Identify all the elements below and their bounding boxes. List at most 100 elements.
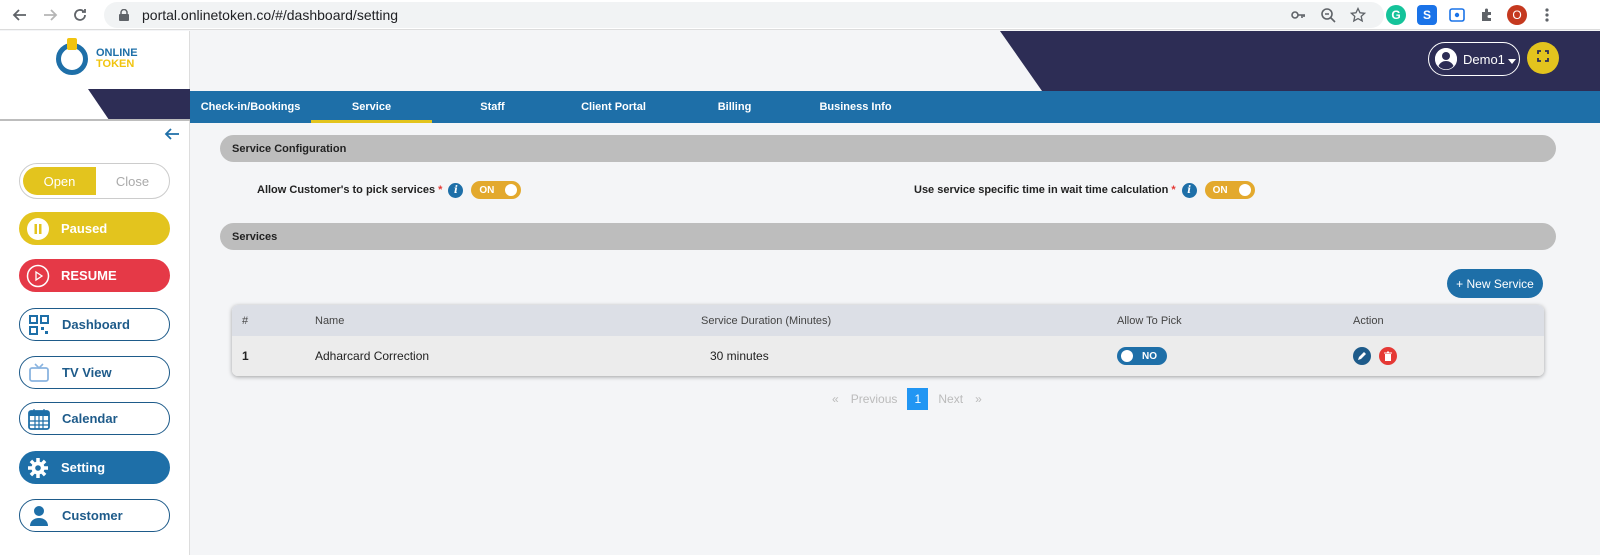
- profile-avatar[interactable]: O: [1507, 5, 1527, 25]
- tab-business-info[interactable]: Business Info: [795, 91, 916, 123]
- forward-arrow-icon[interactable]: [38, 3, 62, 27]
- service-name: Adharcard Correction: [315, 349, 430, 363]
- logo-line2: TOKEN: [96, 58, 135, 70]
- next-page-link[interactable]: Next: [932, 392, 969, 406]
- previous-arrow: «: [832, 392, 839, 406]
- zoom-icon[interactable]: [1316, 3, 1340, 27]
- required-mark: *: [438, 184, 443, 196]
- close-option[interactable]: Close: [96, 164, 169, 198]
- open-option[interactable]: Open: [23, 167, 96, 195]
- online-token-logo[interactable]: ONLINE TOKEN: [56, 38, 138, 75]
- column-header-name: Name: [315, 314, 345, 327]
- sidebar-item-label: Dashboard: [62, 317, 130, 332]
- user-menu-button[interactable]: Demo1: [1428, 42, 1520, 76]
- service-time-setting: Use service specific time in wait time c…: [914, 181, 1255, 199]
- edit-button[interactable]: [1353, 347, 1371, 365]
- open-close-toggle[interactable]: Open Close: [19, 163, 170, 199]
- required-mark: *: [1171, 184, 1176, 196]
- tab-check-in-bookings[interactable]: Check-in/Bookings: [190, 91, 311, 123]
- new-service-button[interactable]: + New Service: [1447, 269, 1543, 298]
- address-bar[interactable]: portal.onlinetoken.co/#/dashboard/settin…: [104, 2, 1384, 28]
- toggle-state: ON: [479, 184, 495, 196]
- back-arrow-icon[interactable]: [8, 3, 32, 27]
- delete-button[interactable]: [1379, 347, 1397, 365]
- sidebar-item-customer[interactable]: Customer: [19, 499, 170, 532]
- pencil-icon: [1358, 352, 1366, 360]
- services-header: Services: [220, 223, 1556, 250]
- service-time-label: Use service specific time in wait time c…: [914, 184, 1169, 196]
- caret-down-icon: [1507, 52, 1516, 67]
- column-header-number: #: [242, 314, 249, 327]
- allow-pick-toggle[interactable]: ON: [471, 181, 522, 199]
- allow-to-pick-toggle[interactable]: NO: [1117, 347, 1167, 365]
- allow-to-pick-cell: NO: [1117, 336, 1167, 376]
- tab-billing[interactable]: Billing: [674, 91, 795, 123]
- play-icon: [25, 263, 51, 289]
- grammarly-extension-icon[interactable]: G: [1386, 5, 1406, 25]
- tab-client-portal[interactable]: Client Portal: [553, 91, 674, 123]
- reload-icon[interactable]: [68, 3, 92, 27]
- row-number: 1: [242, 349, 249, 363]
- column-header-allow-to-pick: Allow To Pick: [1117, 314, 1182, 327]
- sidebar-item-label: Calendar: [62, 411, 118, 426]
- table-header: # Name Service Duration (Minutes) Allow …: [232, 305, 1544, 336]
- paused-label: Paused: [61, 221, 108, 236]
- resume-label: RESUME: [61, 268, 117, 283]
- sidebar-item-setting[interactable]: Setting: [19, 451, 170, 484]
- key-icon[interactable]: [1286, 3, 1310, 27]
- sidebar-item-label: Setting: [61, 460, 106, 475]
- trash-icon: [1384, 351, 1392, 361]
- sidebar-item-tv-view[interactable]: TV View: [19, 356, 170, 389]
- toggle-knob: [1238, 184, 1251, 196]
- person-icon: [26, 503, 52, 529]
- gear-icon: [25, 455, 51, 481]
- top-header: Demo1: [190, 31, 1600, 91]
- collapse-sidebar-arrow-icon[interactable]: [164, 125, 180, 146]
- info-icon[interactable]: i: [1181, 182, 1197, 198]
- previous-page-link[interactable]: Previous: [845, 392, 904, 406]
- extensions-puzzle-icon[interactable]: [1477, 5, 1497, 25]
- calendar-icon: [26, 406, 52, 432]
- user-name: Demo1: [1463, 51, 1505, 67]
- sidebar-item-label: Customer: [62, 508, 123, 523]
- pagination: « Previous 1 Next »: [826, 388, 988, 410]
- logo-mark-icon: [56, 38, 88, 75]
- allow-pick-label: Allow Customer's to pick services: [257, 184, 436, 196]
- sidebar-item-dashboard[interactable]: Dashboard: [19, 308, 170, 341]
- screen-capture-extension-icon[interactable]: [1447, 5, 1467, 25]
- tab-staff[interactable]: Staff: [432, 91, 553, 123]
- avatar: [1435, 48, 1457, 70]
- service-configuration-header: Service Configuration: [220, 135, 1556, 162]
- allow-pick-setting: Allow Customer's to pick services * i ON: [257, 181, 522, 199]
- services-table: # Name Service Duration (Minutes) Allow …: [232, 305, 1544, 376]
- toggle-state: ON: [1212, 184, 1228, 196]
- fullscreen-button[interactable]: [1527, 42, 1559, 74]
- bookmark-star-icon[interactable]: [1346, 3, 1370, 27]
- paused-button[interactable]: Paused: [19, 212, 170, 245]
- next-arrow: »: [975, 392, 982, 406]
- table-row: 1 Adharcard Correction 30 minutes NO: [232, 336, 1544, 376]
- sidebar-header-band: [0, 89, 190, 121]
- tab-service[interactable]: Service: [311, 91, 432, 123]
- browser-menu-icon[interactable]: [1535, 3, 1559, 27]
- url-text: portal.onlinetoken.co/#/dashboard/settin…: [142, 7, 399, 23]
- settings-tabs: Check-in/Bookings Service Staff Client P…: [190, 91, 1600, 123]
- browser-toolbar: portal.onlinetoken.co/#/dashboard/settin…: [0, 0, 1600, 30]
- sidebar: ONLINE TOKEN Open Close Paused RESUME Da…: [0, 31, 190, 555]
- s-extension-icon[interactable]: S: [1417, 5, 1437, 25]
- pause-icon: [25, 216, 51, 242]
- sidebar-item-calendar[interactable]: Calendar: [19, 402, 170, 435]
- service-duration: 30 minutes: [710, 349, 769, 363]
- resume-button[interactable]: RESUME: [19, 259, 170, 292]
- action-cell: [1353, 336, 1405, 376]
- fullscreen-icon: [1537, 49, 1549, 67]
- toggle-state: NO: [1142, 350, 1157, 362]
- toggle-knob: [1121, 350, 1133, 362]
- service-time-toggle[interactable]: ON: [1204, 181, 1255, 199]
- column-header-action: Action: [1353, 314, 1384, 327]
- sidebar-band-decoration: [88, 89, 190, 119]
- info-icon[interactable]: i: [448, 182, 464, 198]
- tv-icon: [26, 360, 52, 386]
- sidebar-item-label: TV View: [62, 365, 112, 380]
- current-page[interactable]: 1: [907, 388, 929, 410]
